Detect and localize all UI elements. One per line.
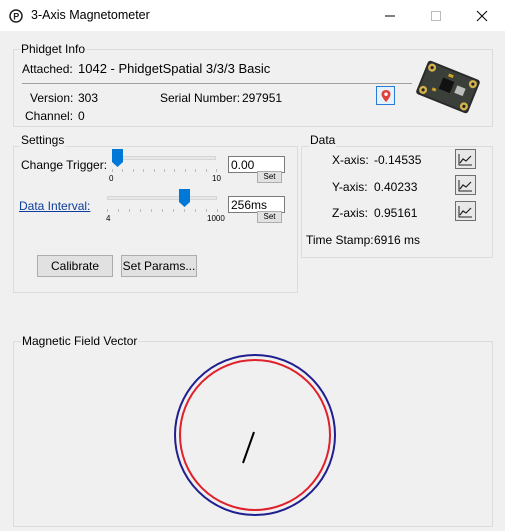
slider-track [107, 196, 217, 200]
x-axis-value: -0.14535 [374, 153, 422, 167]
version-value: 303 [78, 91, 99, 105]
channel-value: 0 [78, 109, 85, 123]
x-axis-graph-button[interactable] [455, 149, 476, 169]
outer-circle [174, 354, 336, 516]
map-pin-icon [381, 89, 390, 102]
attached-value: 1042 - PhidgetSpatial 3/3/3 Basic [78, 61, 271, 76]
app-icon: P [9, 9, 23, 23]
serial-value: 297951 [242, 91, 283, 105]
x-axis-label: X-axis: [332, 153, 369, 167]
slider-ticks [112, 169, 217, 172]
data-interval-set-button[interactable]: Set [257, 211, 282, 223]
data-interval-link[interactable]: Data Interval: [19, 199, 90, 213]
slider-thumb[interactable] [112, 149, 123, 167]
phidget-info-legend: Phidget Info [20, 42, 87, 56]
y-axis-value: 0.40233 [374, 180, 418, 194]
window-title: 3-Axis Magnetometer [31, 8, 150, 22]
line-chart-icon [458, 153, 472, 165]
timestamp-value: 6916 ms [374, 233, 421, 247]
vector-plot [174, 354, 336, 516]
version-label: Version: [30, 91, 74, 105]
set-params-button[interactable]: Set Params... [121, 255, 197, 277]
data-interval-min: 4 [106, 214, 111, 223]
serial-label: Serial Number: [160, 91, 241, 105]
slider-thumb[interactable] [178, 189, 190, 207]
calibrate-button[interactable]: Calibrate [37, 255, 113, 277]
change-trigger-slider[interactable] [109, 147, 217, 173]
z-axis-label: Z-axis: [332, 206, 368, 220]
data-legend: Data [309, 133, 337, 147]
y-axis-graph-button[interactable] [455, 175, 476, 195]
data-interval-slider[interactable] [103, 187, 219, 213]
attached-label: Attached: [22, 62, 73, 76]
device-image [410, 60, 486, 114]
change-trigger-min: 0 [109, 174, 114, 183]
inner-circle [179, 359, 331, 511]
close-icon [476, 10, 488, 21]
data-interval-max: 1000 [207, 214, 225, 223]
slider-ticks [107, 209, 218, 212]
z-axis-graph-button[interactable] [455, 201, 476, 221]
minimize-button[interactable] [367, 0, 413, 31]
slider-track [112, 156, 216, 160]
line-chart-icon [458, 205, 472, 217]
locate-button[interactable] [376, 86, 395, 105]
y-axis-label: Y-axis: [332, 180, 368, 194]
maximize-button[interactable] [413, 0, 459, 31]
change-trigger-max: 10 [212, 174, 221, 183]
change-trigger-set-button[interactable]: Set [257, 171, 282, 183]
svg-text:P: P [13, 12, 19, 22]
change-trigger-label: Change Trigger: [21, 158, 108, 172]
close-button[interactable] [459, 0, 505, 31]
settings-legend: Settings [20, 133, 66, 147]
vector-legend: Magnetic Field Vector [21, 334, 139, 348]
z-axis-value: 0.95161 [374, 206, 418, 220]
timestamp-label: Time Stamp: [306, 233, 374, 247]
info-divider [22, 83, 412, 84]
line-chart-icon [458, 179, 472, 191]
channel-label: Channel: [25, 109, 74, 123]
field-vector-needle [242, 431, 255, 464]
